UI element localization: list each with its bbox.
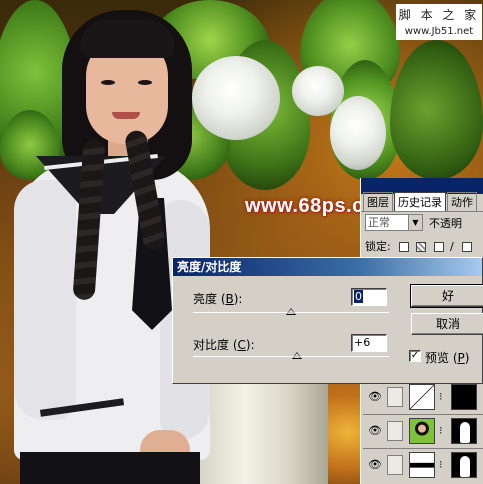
left-sleeve	[14, 180, 76, 420]
white-flower	[330, 96, 386, 170]
blend-mode-select[interactable]: 正常 ▼	[365, 214, 423, 231]
eye-icon[interactable]: 👁	[367, 390, 383, 403]
layer-mask-thumbnail	[451, 384, 477, 410]
curves-adjustment-thumbnail	[409, 384, 435, 410]
preview-checkbox[interactable]: ✓	[409, 350, 421, 362]
contrast-hotkey: C	[237, 338, 246, 352]
brightness-label-suffix: ):	[233, 292, 243, 306]
brush-icon: ∕	[450, 240, 454, 253]
layer-row[interactable]: 👁 ⁝	[363, 448, 483, 480]
photo-thumbnail	[409, 418, 435, 444]
lock-position-checkbox[interactable]	[434, 241, 445, 252]
tab-layers[interactable]: 图层	[363, 192, 393, 211]
eye-icon[interactable]: 👁	[367, 458, 383, 471]
contrast-label-suffix: ):	[245, 338, 255, 352]
layer-row[interactable]: 👁 ⁝	[363, 380, 483, 412]
brightness-value: 0	[354, 290, 363, 303]
layer-link-box[interactable]	[387, 421, 403, 441]
opacity-label: 不透明	[429, 217, 462, 230]
contrast-value: +6	[354, 336, 371, 349]
lock-all-checkbox[interactable]	[461, 241, 472, 252]
chain-link-icon[interactable]: ⁝	[439, 458, 443, 471]
lock-image-checkbox[interactable]	[416, 241, 427, 252]
skirt	[20, 452, 200, 484]
brightness-input[interactable]: 0	[351, 288, 387, 306]
site-watermark-url: www.Jb51.net	[404, 26, 474, 37]
check-icon: ✓	[410, 350, 420, 361]
cancel-button[interactable]: 取消	[411, 313, 483, 335]
left-eye	[101, 80, 115, 85]
chevron-down-icon[interactable]: ▼	[408, 215, 422, 230]
layer-mask-thumbnail	[451, 452, 477, 478]
brightness-label-prefix: 亮度 (	[193, 292, 226, 306]
tab-actions[interactable]: 动作	[447, 192, 477, 211]
layer-link-box[interactable]	[387, 455, 403, 475]
levels-adjustment-thumbnail	[409, 452, 435, 478]
tab-history[interactable]: 历史记录	[394, 192, 446, 211]
brightness-slider-thumb[interactable]	[286, 308, 296, 315]
panel-tabs: 图层 历史记录 动作	[361, 192, 483, 212]
site-watermark-name: 脚 本 之 家	[398, 8, 480, 22]
white-flower	[192, 56, 280, 140]
lock-label: 锁定:	[365, 240, 391, 253]
chain-link-icon[interactable]: ⁝	[439, 424, 443, 437]
lock-transparency-checkbox[interactable]	[398, 241, 409, 252]
preview-label: 预览 (P)	[425, 349, 469, 366]
right-eye	[138, 80, 152, 85]
contrast-input[interactable]: +6	[351, 334, 387, 352]
preview-hotkey: P	[457, 351, 465, 365]
layer-row[interactable]: 👁 ⁝	[363, 414, 483, 446]
contrast-slider-thumb[interactable]	[291, 352, 302, 359]
figure-silhouette	[460, 422, 470, 443]
brightness-label: 亮度 (B):	[193, 290, 242, 307]
site-watermark: 脚 本 之 家 www.Jb51.net	[396, 4, 482, 40]
dialog-title[interactable]: 亮度/对比度	[173, 258, 482, 276]
layer-link-box[interactable]	[387, 387, 403, 407]
foliage	[390, 40, 483, 180]
brightness-hotkey: B	[225, 292, 234, 306]
figure-silhouette	[460, 456, 470, 477]
eye-icon[interactable]: 👁	[367, 424, 383, 437]
chain-link-icon[interactable]: ⁝	[439, 390, 443, 403]
preview-label-prefix: 预览 (	[425, 351, 458, 365]
mouth	[112, 112, 140, 119]
lock-row: 锁定: ∕	[365, 238, 483, 254]
layer-mask-thumbnail	[451, 418, 477, 444]
contrast-label-prefix: 对比度 (	[193, 338, 238, 352]
preview-label-suffix: )	[464, 351, 470, 365]
blend-mode-value: 正常	[368, 216, 390, 229]
contrast-label: 对比度 (C):	[193, 336, 255, 353]
ok-button[interactable]: 好	[410, 284, 483, 308]
bangs	[80, 20, 174, 58]
blend-row: 正常 ▼ 不透明	[365, 214, 481, 232]
brightness-contrast-dialog: 亮度/对比度 亮度 (B): 0 对比度 (C): +6 好 取消 ✓ 预览 (…	[172, 257, 483, 384]
